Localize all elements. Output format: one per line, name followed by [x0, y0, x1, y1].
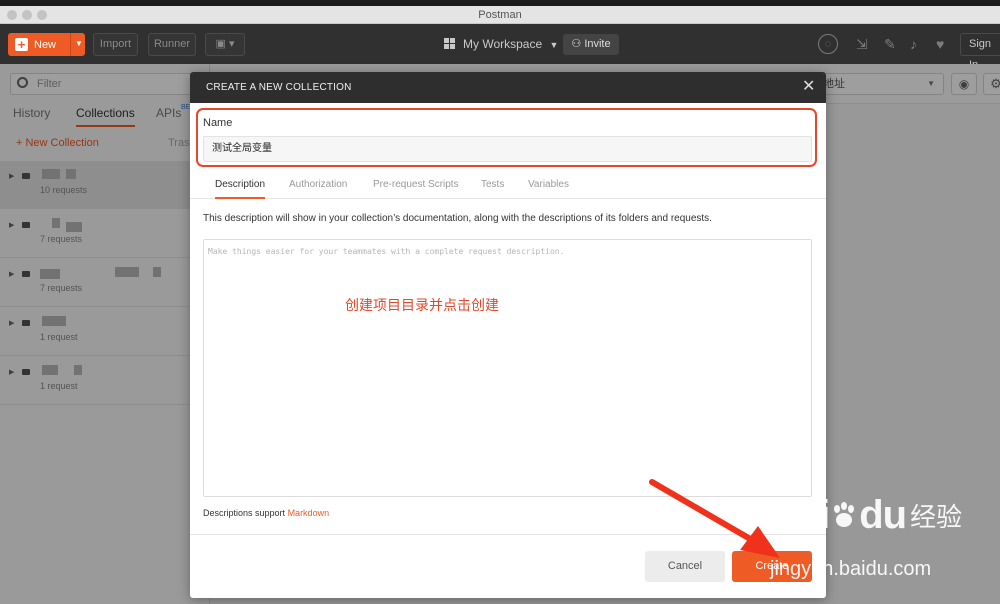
tab-variables[interactable]: Variables [528, 179, 569, 190]
annotation-text: 创建项目目录并点击创建 [345, 297, 499, 313]
runner-button[interactable]: Runner [148, 33, 196, 56]
dialog-tabs: Description Authorization Pre-request Sc… [190, 173, 826, 199]
tab-description[interactable]: Description [215, 179, 266, 199]
minimize-window-icon[interactable] [22, 10, 32, 20]
invite-button[interactable]: ⚇ Invite [563, 34, 619, 55]
zoom-window-icon[interactable] [37, 10, 47, 20]
new-button-label: New [34, 39, 57, 51]
heart-icon[interactable]: ♥ [936, 36, 944, 52]
collection-name-input[interactable]: 测试全局变量 [203, 136, 812, 162]
workspace-label: My Workspace [463, 37, 543, 51]
sync-status-icon[interactable]: ◌ [818, 34, 838, 54]
satellite-icon[interactable]: ⇲ [856, 36, 868, 52]
caret-down-icon: ▼ [549, 40, 559, 50]
plus-icon: + [15, 38, 28, 51]
new-window-button[interactable]: ▣ ▾ [205, 33, 245, 56]
dialog-title: CREATE A NEW COLLECTION [190, 72, 826, 103]
description-help-text: This description will show in your colle… [203, 213, 712, 224]
window-title: Postman [478, 9, 522, 21]
markdown-note: Descriptions support Markdown [203, 508, 330, 518]
sign-in-button[interactable]: Sign In [960, 33, 1000, 71]
close-icon[interactable]: ✕ [802, 79, 815, 95]
baidu-watermark: Bai du 经验 [770, 493, 963, 537]
description-textarea[interactable]: Make things easier for your teammates wi… [203, 239, 812, 497]
watermark-url: jingyan.baidu.com [770, 558, 932, 580]
close-window-icon[interactable] [7, 10, 17, 20]
workspace-switcher[interactable]: My Workspace ▼ [444, 37, 558, 51]
new-button[interactable]: + New ▼ [8, 33, 85, 56]
tab-authorization[interactable]: Authorization [289, 179, 347, 190]
markdown-link[interactable]: Markdown [288, 508, 330, 518]
main-toolbar: + New ▼ Import Runner ▣ ▾ My Workspace ▼… [0, 24, 1000, 71]
tab-pre-request-scripts[interactable]: Pre-request Scripts [373, 179, 459, 190]
import-button[interactable]: Import [93, 33, 138, 56]
caret-down-icon[interactable]: ▼ [75, 39, 83, 48]
name-label: Name [203, 117, 233, 129]
window-titlebar: Postman [0, 6, 1000, 24]
bell-icon[interactable]: ♪ [910, 36, 917, 52]
annotation-arrow [649, 479, 780, 558]
tab-tests[interactable]: Tests [481, 179, 504, 190]
paw-logo-icon [834, 502, 855, 527]
wrench-icon[interactable]: ✎ [884, 36, 896, 52]
add-user-icon: ⚇ [571, 38, 585, 50]
grid-icon [444, 38, 455, 49]
